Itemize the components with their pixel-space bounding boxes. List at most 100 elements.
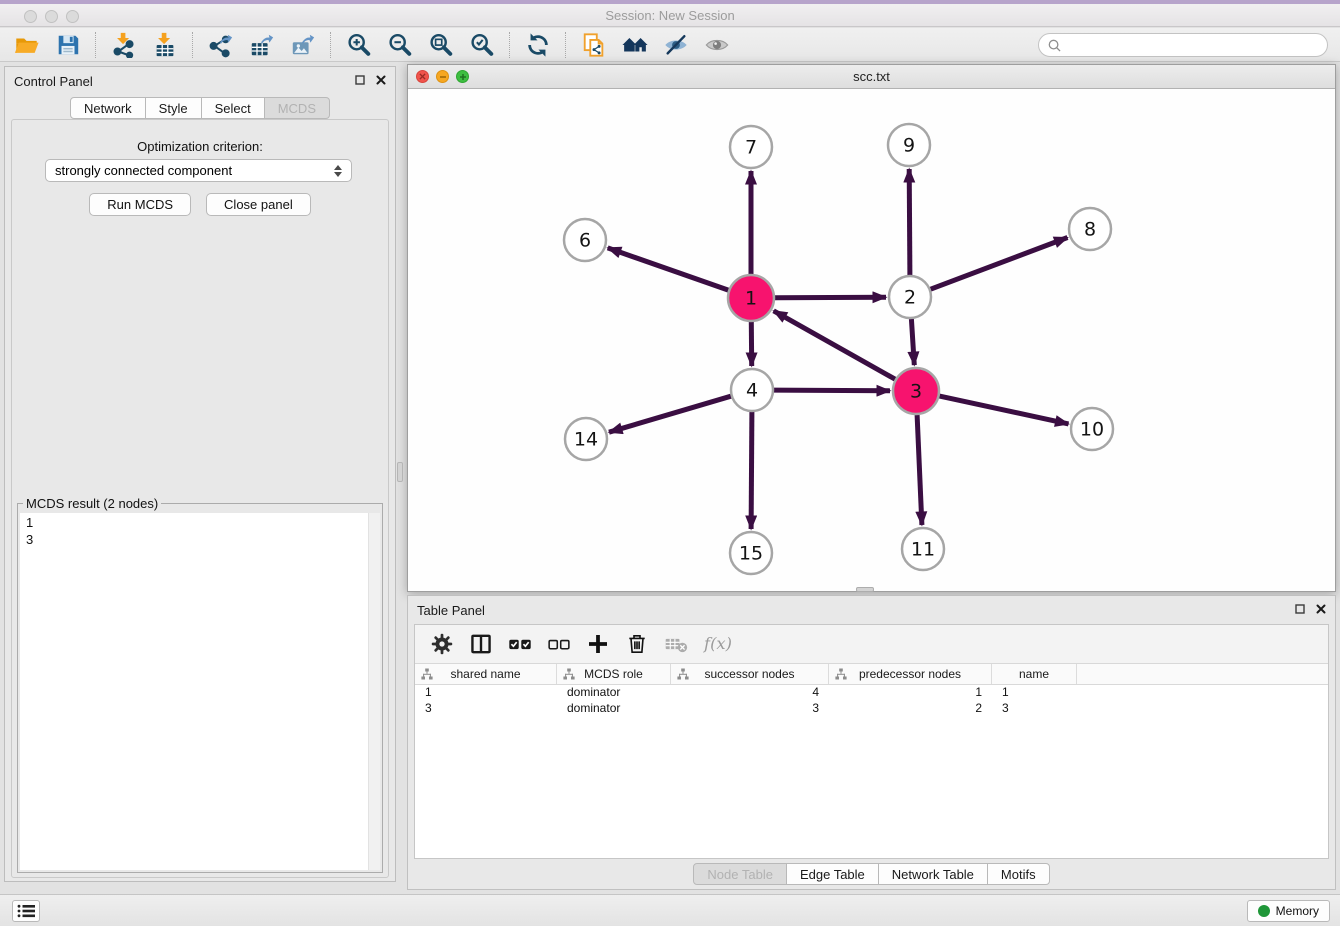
- node-3[interactable]: 3: [893, 368, 939, 414]
- memory-button[interactable]: Memory: [1247, 900, 1330, 922]
- cell-shared-name: 3: [415, 701, 557, 717]
- optimization-criterion-label: Optimization criterion:: [12, 139, 388, 154]
- table-panel: Table Panel f(x) shared nameMCDS rolesuc…: [407, 595, 1336, 890]
- clone-network-icon[interactable]: [573, 30, 614, 60]
- node-8[interactable]: 8: [1069, 208, 1111, 250]
- table-header-row: shared nameMCDS rolesuccessor nodesprede…: [415, 664, 1328, 685]
- splitter-handle-horizontal[interactable]: [856, 587, 874, 592]
- run-mcds-button[interactable]: Run MCDS: [89, 193, 191, 216]
- open-session-icon[interactable]: [6, 30, 47, 60]
- node-2[interactable]: 2: [889, 276, 931, 318]
- cell-predecessor-nodes: 2: [829, 701, 992, 717]
- import-network-icon[interactable]: [103, 30, 144, 60]
- import-table-icon[interactable]: [144, 30, 185, 60]
- table-panel-float-button[interactable]: [1295, 604, 1305, 614]
- edge-4-3[interactable]: [774, 390, 890, 391]
- zoom-selected-icon[interactable]: [461, 30, 502, 60]
- column-header-shared-name[interactable]: shared name: [415, 664, 557, 684]
- edge-2-9[interactable]: [909, 169, 910, 275]
- network-zoom-button[interactable]: [456, 70, 469, 83]
- deselect-all-columns-icon[interactable]: [544, 629, 574, 659]
- tab-edge-table[interactable]: Edge Table: [787, 863, 879, 885]
- node-9[interactable]: 9: [888, 124, 930, 166]
- node-table: f(x) shared nameMCDS rolesuccessor nodes…: [414, 624, 1329, 859]
- hierarchy-icon: [563, 668, 575, 680]
- network-close-button[interactable]: [416, 70, 429, 83]
- tab-select[interactable]: Select: [202, 97, 265, 119]
- node-4[interactable]: 4: [731, 369, 773, 411]
- node-label: 14: [574, 429, 598, 451]
- search-input[interactable]: [1067, 37, 1327, 54]
- export-image-icon[interactable]: [282, 30, 323, 60]
- node-1[interactable]: 1: [728, 275, 774, 321]
- window-top-accent: [0, 0, 1340, 4]
- mcds-result-scrollbar[interactable]: [368, 513, 380, 870]
- task-history-button[interactable]: [12, 900, 40, 922]
- edge-1-6[interactable]: [608, 248, 729, 290]
- table-row[interactable]: 3dominator323: [415, 701, 1328, 717]
- table-toolbar: f(x): [415, 625, 1328, 664]
- table-panel-title: Table Panel: [417, 603, 485, 618]
- close-panel-button[interactable]: Close panel: [206, 193, 311, 216]
- table-row[interactable]: 1dominator411: [415, 685, 1328, 701]
- table-settings-icon[interactable]: [427, 629, 457, 659]
- edge-4-14[interactable]: [609, 396, 731, 432]
- refresh-network-icon[interactable]: [517, 30, 558, 60]
- edge-3-1[interactable]: [774, 311, 896, 379]
- control-panel-close-button[interactable]: [376, 75, 386, 85]
- network-canvas[interactable]: 1 2 3 4 6 7 8 9 10 11 14 15: [408, 89, 1335, 591]
- edge-2-3[interactable]: [911, 319, 914, 365]
- show-all-icon[interactable]: [696, 30, 737, 60]
- zoom-out-icon[interactable]: [379, 30, 420, 60]
- select-all-columns-icon[interactable]: [505, 629, 535, 659]
- export-table-icon[interactable]: [241, 30, 282, 60]
- node-11[interactable]: 11: [902, 528, 944, 570]
- delete-column-icon[interactable]: [622, 629, 652, 659]
- cell-successor-nodes: 3: [671, 701, 829, 717]
- tab-network-table[interactable]: Network Table: [879, 863, 988, 885]
- column-header-mcds-role[interactable]: MCDS role: [557, 664, 671, 684]
- column-header-successor-nodes[interactable]: successor nodes: [671, 664, 829, 684]
- tab-mcds[interactable]: MCDS: [265, 97, 330, 119]
- node-15[interactable]: 15: [730, 532, 772, 574]
- edge-3-11[interactable]: [917, 415, 922, 525]
- mcds-result-lines: 1 3: [26, 514, 364, 869]
- network-minimize-button[interactable]: [436, 70, 449, 83]
- tab-network[interactable]: Network: [70, 97, 146, 119]
- export-network-icon[interactable]: [200, 30, 241, 60]
- edge-2-8[interactable]: [931, 238, 1068, 290]
- save-session-icon[interactable]: [47, 30, 88, 60]
- toggle-columns-icon[interactable]: [466, 629, 496, 659]
- network-window-titlebar[interactable]: scc.txt: [408, 65, 1335, 89]
- zoom-fit-icon[interactable]: [420, 30, 461, 60]
- mcds-result-fieldset: MCDS result (2 nodes) 1 3: [17, 496, 383, 873]
- toolbar-separator: [565, 32, 566, 58]
- column-header-predecessor-nodes[interactable]: predecessor nodes: [829, 664, 992, 684]
- mcds-result-textarea[interactable]: 1 3: [20, 513, 380, 870]
- tab-node-table[interactable]: Node Table: [693, 863, 787, 885]
- column-header-name[interactable]: name: [992, 664, 1077, 684]
- zoom-in-icon[interactable]: [338, 30, 379, 60]
- criterion-select[interactable]: strongly connected component: [45, 159, 352, 182]
- node-10[interactable]: 10: [1071, 408, 1113, 450]
- home-icon[interactable]: [614, 30, 655, 60]
- tab-style[interactable]: Style: [146, 97, 202, 119]
- edge-4-15[interactable]: [751, 412, 752, 529]
- table-panel-close-button[interactable]: [1316, 604, 1326, 614]
- tab-motifs[interactable]: Motifs: [988, 863, 1050, 885]
- control-panel-float-button[interactable]: [355, 75, 365, 85]
- search-box: [1038, 33, 1328, 57]
- splitter-handle-vertical[interactable]: [397, 462, 403, 482]
- network-graph: 1 2 3 4 6 7 8 9 10 11 14 15: [408, 89, 1337, 593]
- node-14[interactable]: 14: [565, 418, 607, 460]
- node-6[interactable]: 6: [564, 219, 606, 261]
- criterion-value: strongly connected component: [55, 163, 232, 178]
- hierarchy-icon: [835, 668, 847, 680]
- node-label: 6: [579, 230, 591, 252]
- edge-1-2[interactable]: [775, 297, 886, 298]
- hide-selected-icon[interactable]: [655, 30, 696, 60]
- node-7[interactable]: 7: [730, 126, 772, 168]
- node-label: 7: [745, 137, 757, 159]
- add-column-icon[interactable]: [583, 629, 613, 659]
- edge-3-10[interactable]: [940, 396, 1069, 424]
